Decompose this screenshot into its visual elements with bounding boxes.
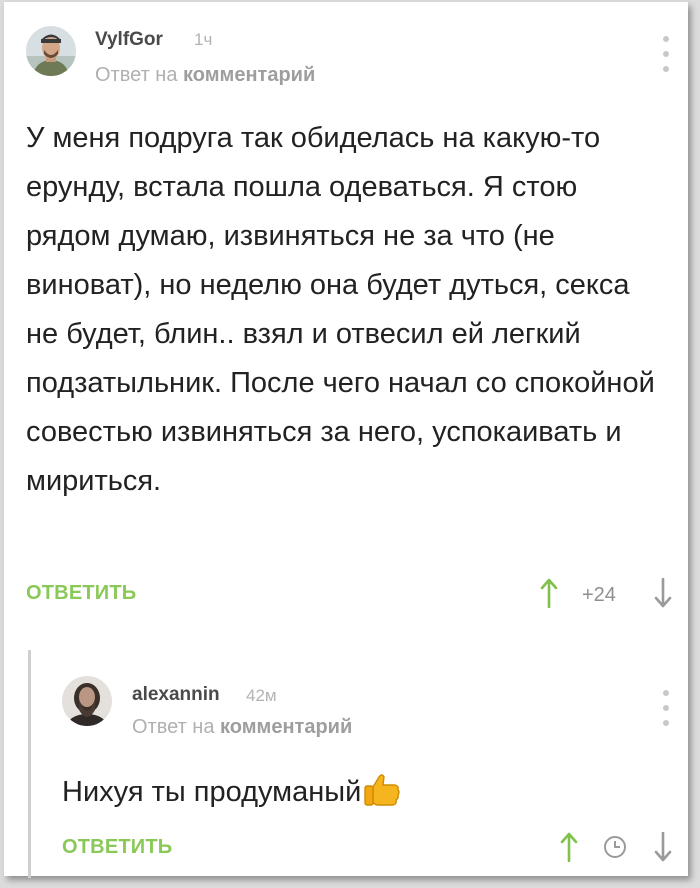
reply-to-prefix: Ответ на bbox=[95, 64, 178, 86]
username[interactable]: alexannin bbox=[132, 684, 220, 706]
vote-up-icon[interactable] bbox=[540, 578, 558, 614]
avatar[interactable] bbox=[62, 676, 112, 726]
username[interactable]: VylfGor bbox=[95, 29, 163, 51]
vote-down-icon[interactable] bbox=[654, 577, 672, 614]
vote-down-icon[interactable] bbox=[654, 831, 672, 868]
comment-text-content: Нихуя ты продуманый bbox=[62, 776, 362, 808]
reply-to-prefix: Ответ на bbox=[132, 716, 215, 738]
reply-to-label: Ответ на комментарий bbox=[95, 64, 315, 87]
reply-to-link[interactable]: комментарий bbox=[183, 64, 315, 86]
time-ago: 42м bbox=[246, 686, 277, 705]
reply-button[interactable]: ОТВЕТИТЬ bbox=[62, 836, 172, 859]
avatar[interactable] bbox=[26, 26, 76, 76]
time-ago: 1ч bbox=[194, 30, 213, 49]
rating-value: +24 bbox=[582, 584, 616, 606]
comment-text: У меня подруга так обиделась на какую-то… bbox=[26, 122, 655, 497]
reply-button[interactable]: ОТВЕТИТЬ bbox=[26, 582, 136, 605]
vote-up-icon[interactable] bbox=[560, 832, 578, 868]
comment-text: Нихуя ты продуманый bbox=[62, 768, 662, 823]
more-menu-icon[interactable] bbox=[660, 36, 672, 72]
more-menu-icon[interactable] bbox=[660, 690, 672, 726]
reply-to-label: Ответ на комментарий bbox=[132, 716, 352, 739]
thread-line bbox=[28, 650, 31, 878]
reply-to-link[interactable]: комментарий bbox=[220, 716, 352, 738]
comments-card: VylfGor 1ч Ответ на комментарий У меня п… bbox=[4, 2, 688, 878]
clock-icon[interactable] bbox=[604, 836, 626, 858]
thumbs-up-icon bbox=[363, 773, 401, 823]
